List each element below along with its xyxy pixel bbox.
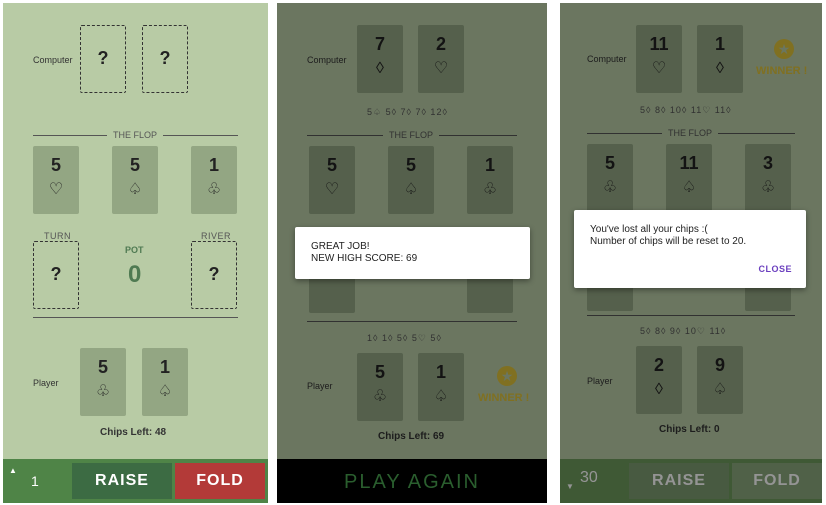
card-rank: 5 [129, 155, 140, 175]
spade-icon: ♤ [127, 181, 143, 198]
raise-button[interactable]: RAISE [72, 463, 172, 499]
pot-value: 0 [128, 261, 142, 288]
dialog-line-2: NEW HIGH SCORE: 69 [311, 253, 418, 264]
player-card-2: 1 ♤ [142, 348, 188, 416]
card-rank: 5 [97, 357, 108, 377]
club-icon: ♧ [206, 181, 222, 198]
spade-icon: ♤ [157, 383, 173, 400]
flop-label: THE FLOP [107, 130, 164, 140]
player-card-1: 5 ♧ [80, 348, 126, 416]
flop-card-1: 5 ♡ [33, 146, 79, 214]
computer-card-1: ? [80, 25, 126, 93]
card-rank: ? [97, 48, 109, 68]
club-icon: ♧ [95, 383, 111, 400]
computer-card-2: ? [142, 25, 188, 93]
pot-label: POT [125, 245, 144, 255]
card-rank: ? [159, 48, 171, 68]
card-rank: ? [50, 264, 62, 284]
bet-stepper[interactable]: ▲ 1 [3, 459, 69, 503]
card-rank: 1 [208, 155, 219, 175]
bet-value[interactable]: 1 [31, 473, 39, 489]
play-again-button[interactable]: PLAY AGAIN [277, 459, 547, 503]
dialog-line-1: GREAT JOB! [311, 241, 370, 252]
board-divider [33, 317, 238, 318]
high-score-dialog: GREAT JOB! NEW HIGH SCORE: 69 [295, 227, 530, 279]
game-screen-2: Computer 7 ◊ 2 ♡ 5♤ 5◊ 7◊ 7◊ 12◊ THE FLOP … [277, 3, 547, 503]
card-rank: 5 [50, 155, 61, 175]
game-screen-3: Computer 11 ♡ 1 ◊ ★ WINNER ! 5◊ 8◊ 10◊ 11♡… [560, 3, 822, 503]
dialog-message: You've lost all your chips :( Number of … [590, 224, 746, 248]
turn-label: TURN [44, 231, 71, 241]
fold-button[interactable]: FOLD [175, 463, 265, 499]
computer-label: Computer [33, 55, 73, 65]
card-rank: 1 [159, 357, 170, 377]
flop-card-3: 1 ♧ [191, 146, 237, 214]
flop-card-2: 5 ♤ [112, 146, 158, 214]
river-label: RIVER [201, 231, 232, 241]
heart-icon: ♡ [48, 181, 64, 198]
close-button[interactable]: CLOSE [758, 264, 792, 274]
turn-card: ? [33, 241, 79, 309]
card-rank: ? [208, 264, 220, 284]
action-bar: ▲ 1 RAISE FOLD [3, 459, 268, 503]
dialog-line-2: Number of chips will be reset to 20. [590, 236, 747, 247]
game-screen-1: Computer ? ? THE FLOP 5 ♡ 5 ♤ 1 ♧ TURN ? PO… [3, 3, 268, 503]
chips-left: Chips Left: 48 [100, 427, 167, 438]
chips-reset-dialog: You've lost all your chips :( Number of … [574, 210, 806, 288]
dialog-line-1: You've lost all your chips :( [590, 224, 708, 235]
river-card: ? [191, 241, 237, 309]
dialog-message: GREAT JOB! NEW HIGH SCORE: 69 [311, 241, 417, 265]
caret-up-icon[interactable]: ▲ [9, 466, 17, 475]
player-label: Player [33, 378, 59, 388]
